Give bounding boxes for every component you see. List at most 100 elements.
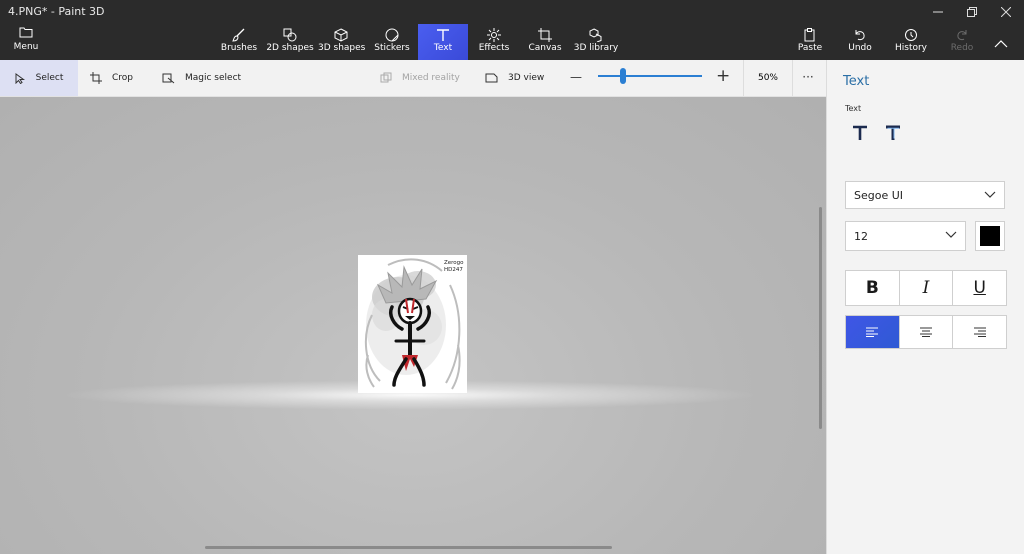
3d-view-button[interactable]: 3D view <box>485 60 544 96</box>
align-left-button[interactable] <box>846 316 900 348</box>
cursor-icon <box>15 72 26 84</box>
3d-text-icon <box>886 125 900 140</box>
crop-icon <box>90 72 102 84</box>
vertical-scrollbar[interactable] <box>819 207 822 429</box>
redo-icon <box>948 24 976 43</box>
zoom-percentage[interactable]: 50% <box>743 60 793 96</box>
tool-label: Canvas <box>528 43 562 53</box>
panel-subtitle: Text <box>845 104 862 113</box>
align-right-button[interactable] <box>953 316 1006 348</box>
2d-text-icon <box>853 125 867 140</box>
zoom-slider-track[interactable] <box>598 75 702 77</box>
undo-button[interactable]: Undo <box>846 24 874 60</box>
underline-button[interactable]: U <box>953 271 1006 305</box>
action-label: Paste <box>797 43 823 53</box>
paste-icon <box>794 24 826 43</box>
align-center-icon <box>920 327 932 337</box>
3d-view-icon <box>485 72 498 84</box>
chevron-up-icon <box>994 40 1008 48</box>
restore-button[interactable] <box>955 0 989 24</box>
horizontal-scrollbar[interactable] <box>205 546 612 549</box>
more-options-button[interactable]: ··· <box>796 60 820 96</box>
zoom-in-button[interactable]: + <box>716 66 730 86</box>
mixed-reality-label: Mixed reality <box>402 73 460 83</box>
text-type-group <box>851 124 903 146</box>
crop-label: Crop <box>112 73 134 83</box>
close-button[interactable] <box>989 0 1023 24</box>
zoom-slider-thumb[interactable] <box>620 68 626 84</box>
collapse-toolbar-button[interactable] <box>994 34 1018 52</box>
drawing-canvas[interactable]: Zerogo HD247 <box>358 255 467 393</box>
action-label: Undo <box>848 43 872 53</box>
zoom-out-button[interactable]: — <box>570 70 582 84</box>
tool-brushes[interactable]: Brushes <box>220 24 258 60</box>
mixed-reality-icon <box>380 72 392 84</box>
tool-label: 3D library <box>573 43 619 53</box>
bold-label: B <box>865 278 879 298</box>
mixed-reality-button[interactable]: Mixed reality <box>380 60 460 96</box>
sub-toolbar: Select Crop Magic select Mixed reality 3… <box>0 60 826 97</box>
align-left-icon <box>866 327 879 337</box>
tool-label: Effects <box>478 43 510 53</box>
bold-button[interactable]: B <box>846 271 900 305</box>
color-swatch-fill <box>980 226 1000 246</box>
font-size-select[interactable]: 12 <box>845 221 966 251</box>
3d-text-button[interactable] <box>883 124 903 146</box>
redo-button[interactable]: Redo <box>948 24 976 60</box>
action-label: Redo <box>950 43 974 53</box>
paste-button[interactable]: Paste <box>794 24 826 60</box>
canvas-area[interactable]: Zerogo HD247 <box>0 97 826 554</box>
history-icon <box>894 24 928 43</box>
select-button[interactable]: Select <box>0 60 78 96</box>
action-label: History <box>894 43 928 53</box>
tool-canvas[interactable]: Canvas <box>526 24 564 60</box>
3d-shapes-icon <box>318 24 364 43</box>
tool-stickers[interactable]: Stickers <box>372 24 412 60</box>
underline-label: U <box>973 278 986 298</box>
italic-label: I <box>922 278 930 298</box>
font-family-select[interactable]: Segoe UI <box>845 181 1005 209</box>
italic-button[interactable]: I <box>900 271 954 305</box>
panel-title: Text <box>843 74 870 89</box>
align-right-icon <box>973 327 986 337</box>
minimize-button[interactable] <box>921 0 955 24</box>
text-align-group <box>845 315 1007 349</box>
2d-text-button[interactable] <box>851 124 869 146</box>
canvas-icon <box>526 24 564 43</box>
stickman-drawing: Zerogo HD247 <box>364 258 464 390</box>
folder-icon <box>6 26 46 42</box>
chevron-down-icon <box>945 231 957 238</box>
tool-effects[interactable]: Effects <box>476 24 512 60</box>
text-color-picker[interactable] <box>975 221 1005 251</box>
restore-icon <box>967 7 977 17</box>
signature-line2: HD247 <box>444 267 463 273</box>
font-family-value: Segoe UI <box>854 188 904 202</box>
tool-label: 3D shapes <box>318 43 366 53</box>
tool-label: 2D shapes <box>266 43 314 53</box>
3d-view-label: 3D view <box>508 73 545 83</box>
tool-2d-shapes[interactable]: 2D shapes <box>266 24 314 60</box>
text-side-panel: Text Text Segoe UI 12 B I U <box>826 60 1024 554</box>
tool-3d-shapes[interactable]: 3D shapes <box>318 24 366 60</box>
stickers-icon <box>372 24 412 43</box>
magic-select-label: Magic select <box>185 73 242 83</box>
minimize-icon <box>933 11 943 13</box>
menu-label: Menu <box>13 42 39 52</box>
tool-text[interactable]: Text <box>418 24 468 60</box>
crop-button[interactable]: Crop <box>90 60 133 96</box>
tool-3d-library[interactable]: 3D library <box>572 24 620 60</box>
text-format-group: B I U <box>845 270 1007 306</box>
title-bar: 4.PNG* - Paint 3D Menu Brushes 2D shapes… <box>0 0 1024 60</box>
close-icon <box>1001 7 1011 17</box>
text-icon <box>418 24 468 43</box>
window-title: 4.PNG* - Paint 3D <box>8 5 105 18</box>
2d-shapes-icon <box>266 24 314 43</box>
undo-icon <box>846 24 874 43</box>
align-center-button[interactable] <box>900 316 954 348</box>
tool-label: Brushes <box>220 43 258 53</box>
menu-button[interactable]: Menu <box>6 26 46 58</box>
signature-line1: Zerogo <box>444 260 464 266</box>
history-button[interactable]: History <box>894 24 928 60</box>
magic-select-button[interactable]: Magic select <box>162 60 241 96</box>
3d-library-icon <box>572 24 620 43</box>
